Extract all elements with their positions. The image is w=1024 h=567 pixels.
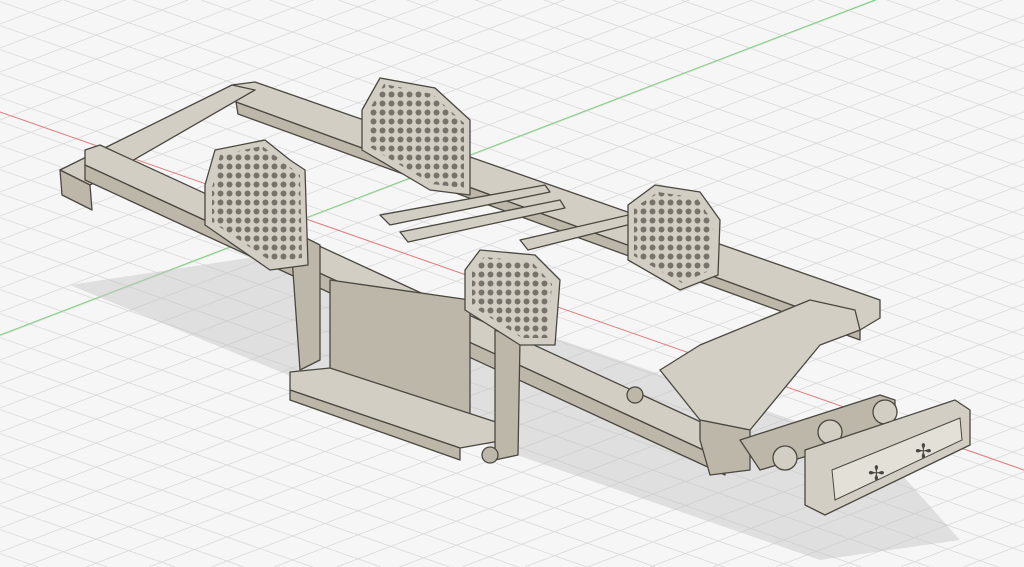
grid-line [749, 0, 1024, 97]
propeller-logo-icon: ✢ [868, 461, 885, 485]
shackle-eye [481, 446, 499, 464]
grid-line [0, 0, 126, 49]
grid-line [0, 553, 39, 567]
viewport-canvas[interactable]: ✢ ✢ [0, 0, 1024, 567]
grid-line [680, 0, 1024, 121]
bumper-post [772, 445, 798, 471]
cad-3d-viewport[interactable]: ✢ ✢ [0, 0, 1024, 567]
perforation-holes [368, 84, 464, 188]
grid-line [543, 0, 1024, 169]
grid-line [963, 543, 1024, 567]
propeller-logo-icon: ✢ [915, 439, 932, 463]
grid-line [0, 529, 108, 567]
hanger-plate-right [494, 329, 521, 461]
grid-line [955, 0, 1024, 25]
grid-line [818, 0, 1024, 73]
rear-frame-end [699, 419, 751, 476]
grid-line [0, 481, 245, 567]
grid-line [0, 505, 176, 567]
grid-line [475, 0, 1024, 193]
shackle-eye [626, 386, 644, 404]
